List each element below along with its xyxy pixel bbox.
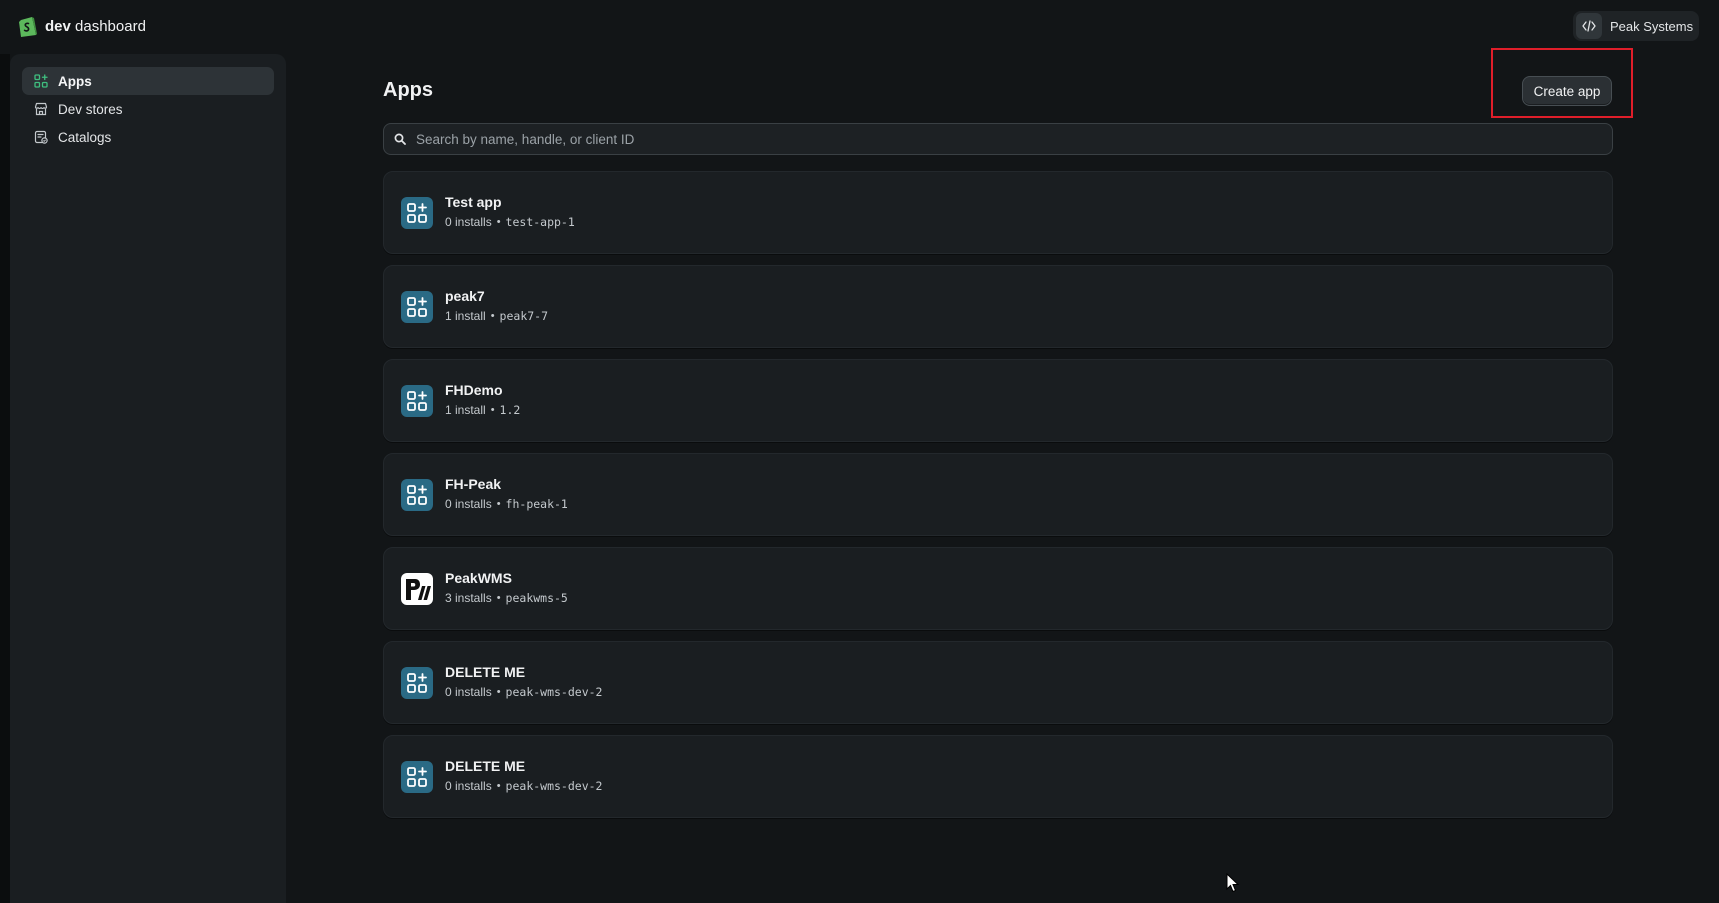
apps-icon bbox=[33, 73, 49, 89]
app-name: PeakWMS bbox=[445, 569, 512, 586]
sidebar-item-label: Catalogs bbox=[58, 129, 112, 145]
separator: • bbox=[490, 403, 495, 416]
install-count: 3 installs bbox=[445, 590, 492, 605]
create-app-button[interactable]: Create app bbox=[1522, 76, 1612, 106]
app-grid-icon bbox=[401, 384, 433, 417]
app-grid-icon bbox=[401, 290, 433, 323]
code-icon bbox=[1576, 13, 1602, 39]
install-count: 0 installs bbox=[445, 778, 492, 793]
store-icon bbox=[33, 101, 49, 117]
page-title: Apps bbox=[383, 79, 433, 101]
app-handle: peakwms-5 bbox=[505, 590, 568, 605]
app-details: 0 installs • test-app-1 bbox=[445, 215, 575, 229]
app-name: FHDemo bbox=[445, 381, 503, 398]
sidebar-item-dev-stores[interactable]: Dev stores bbox=[22, 95, 274, 123]
org-switcher[interactable]: Peak Systems bbox=[1573, 11, 1699, 41]
separator: • bbox=[490, 309, 495, 322]
app-handle: peak-wms-dev-2 bbox=[505, 778, 603, 793]
app-details: 0 installs • peak-wms-dev-2 bbox=[445, 779, 602, 793]
app-name: peak7 bbox=[445, 287, 485, 304]
app-name: DELETE ME bbox=[445, 757, 526, 774]
app-name: FH-Peak bbox=[445, 475, 502, 492]
search-input[interactable] bbox=[416, 131, 1596, 147]
sidebar: Apps Dev stores Catalogs bbox=[10, 54, 286, 903]
app-details: 1 install • 1.2 bbox=[445, 403, 520, 417]
sidebar-item-label: Apps bbox=[58, 73, 92, 89]
separator: • bbox=[496, 591, 501, 604]
peakwms-logo bbox=[401, 572, 433, 605]
app-card[interactable]: Test app 0 installs • test-app-1 bbox=[383, 171, 1613, 254]
app-name: DELETE ME bbox=[445, 663, 526, 680]
app-grid-icon bbox=[401, 478, 433, 511]
app-grid-icon bbox=[401, 760, 433, 793]
install-count: 0 installs bbox=[445, 684, 492, 699]
app-handle: peak-wms-dev-2 bbox=[505, 684, 603, 699]
app-handle: 1.2 bbox=[499, 402, 521, 417]
top-bar: dev dashboard Peak Systems bbox=[0, 0, 1719, 54]
separator: • bbox=[496, 215, 501, 228]
brand[interactable]: dev dashboard bbox=[17, 14, 146, 38]
shopify-logo-icon bbox=[19, 17, 37, 37]
install-count: 0 installs bbox=[445, 496, 492, 511]
install-count: 1 install bbox=[445, 402, 486, 417]
search-bar[interactable] bbox=[383, 123, 1613, 155]
separator: • bbox=[496, 685, 501, 698]
separator: • bbox=[496, 779, 501, 792]
search-icon bbox=[394, 133, 406, 145]
app-card[interactable]: PeakWMS 3 installs • peakwms-5 bbox=[383, 547, 1613, 630]
app-details: 3 installs • peakwms-5 bbox=[445, 591, 568, 605]
sidebar-item-label: Dev stores bbox=[58, 101, 123, 117]
app-handle: peak7-7 bbox=[499, 308, 549, 323]
window-edge bbox=[0, 54, 10, 903]
sidebar-item-catalogs[interactable]: Catalogs bbox=[22, 123, 274, 151]
main-content: Apps Create app Test app 0 installs • test… bbox=[286, 48, 1719, 903]
app-details: 1 install • peak7-7 bbox=[445, 309, 548, 323]
app-card[interactable]: FH-Peak 0 installs • fh-peak-1 bbox=[383, 453, 1613, 536]
brand-name: dev dashboard bbox=[45, 17, 146, 35]
app-grid-icon bbox=[401, 196, 433, 229]
app-details: 0 installs • peak-wms-dev-2 bbox=[445, 685, 602, 699]
mouse-cursor-icon bbox=[1226, 873, 1240, 893]
separator: • bbox=[496, 497, 501, 510]
app-card[interactable]: FHDemo 1 install • 1.2 bbox=[383, 359, 1613, 442]
app-details: 0 installs • fh-peak-1 bbox=[445, 497, 568, 511]
app-handle: test-app-1 bbox=[505, 214, 575, 229]
app-card[interactable]: DELETE ME 0 installs • peak-wms-dev-2 bbox=[383, 641, 1613, 724]
org-name: Peak Systems bbox=[1610, 18, 1694, 34]
catalog-icon bbox=[33, 129, 49, 145]
install-count: 1 install bbox=[445, 308, 486, 323]
app-handle: fh-peak-1 bbox=[505, 496, 568, 511]
app-card[interactable]: peak7 1 install • peak7-7 bbox=[383, 265, 1613, 348]
install-count: 0 installs bbox=[445, 214, 492, 229]
app-grid-icon bbox=[401, 666, 433, 699]
app-name: Test app bbox=[445, 193, 502, 210]
app-list: Test app 0 installs • test-app-1 peak7 1 i… bbox=[383, 171, 1613, 829]
sidebar-item-apps[interactable]: Apps bbox=[22, 67, 274, 95]
app-card[interactable]: DELETE ME 0 installs • peak-wms-dev-2 bbox=[383, 735, 1613, 818]
